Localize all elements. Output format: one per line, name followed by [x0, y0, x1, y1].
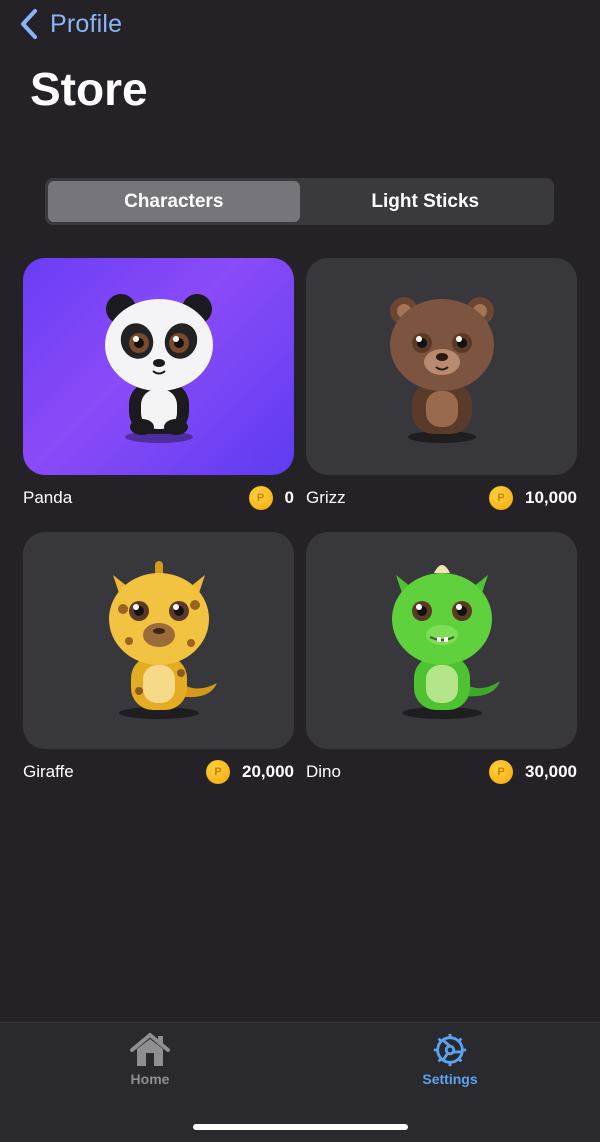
home-indicator	[193, 1124, 408, 1130]
character-tile[interactable]	[306, 532, 577, 749]
character-tile[interactable]	[23, 258, 294, 475]
back-button-label: Profile	[50, 9, 123, 38]
page-title: Store	[30, 63, 148, 115]
dino-icon	[391, 564, 500, 719]
character-price: P 0	[248, 486, 294, 510]
segment-characters[interactable]: Characters	[48, 181, 300, 222]
giraffe-icon	[108, 560, 217, 719]
gear-icon	[433, 1033, 467, 1067]
tab-home[interactable]: Home	[70, 1031, 230, 1087]
character-price: P 30,000	[489, 760, 577, 784]
character-price: P 10,000	[489, 486, 577, 510]
panda-icon	[104, 293, 213, 443]
house-icon	[130, 1033, 170, 1066]
character-price: P 20,000	[206, 760, 294, 784]
character-card-grizz[interactable]: Grizz P 10,000	[306, 258, 577, 511]
coin-icon: P	[489, 760, 513, 784]
tab-home-label: Home	[130, 1071, 170, 1087]
character-name: Panda	[23, 488, 73, 507]
coin-icon: P	[206, 760, 230, 784]
back-button[interactable]: Profile	[18, 8, 122, 40]
tab-settings[interactable]: Settings	[370, 1031, 530, 1087]
coin-icon: P	[248, 486, 273, 510]
bear-icon	[389, 296, 494, 443]
character-name: Giraffe	[23, 762, 74, 781]
character-tile[interactable]	[306, 258, 577, 475]
character-tile[interactable]	[23, 532, 294, 749]
segmented-control: Characters Light Sticks	[45, 178, 554, 225]
segment-light-sticks[interactable]: Light Sticks	[300, 181, 552, 222]
character-card-dino[interactable]: Dino P 30,000	[306, 532, 577, 785]
price-amount: 0	[284, 488, 294, 507]
chevron-left-icon	[21, 9, 37, 39]
price-amount: 20,000	[242, 762, 294, 781]
character-card-giraffe[interactable]: Giraffe P 20,000	[23, 532, 294, 785]
character-name: Dino	[306, 762, 341, 781]
coin-icon: P	[489, 486, 513, 510]
price-amount: 30,000	[525, 762, 577, 781]
tab-settings-label: Settings	[422, 1071, 478, 1087]
price-amount: 10,000	[525, 488, 577, 507]
character-card-panda[interactable]: Panda P 0	[23, 258, 294, 511]
character-name: Grizz	[306, 488, 346, 507]
